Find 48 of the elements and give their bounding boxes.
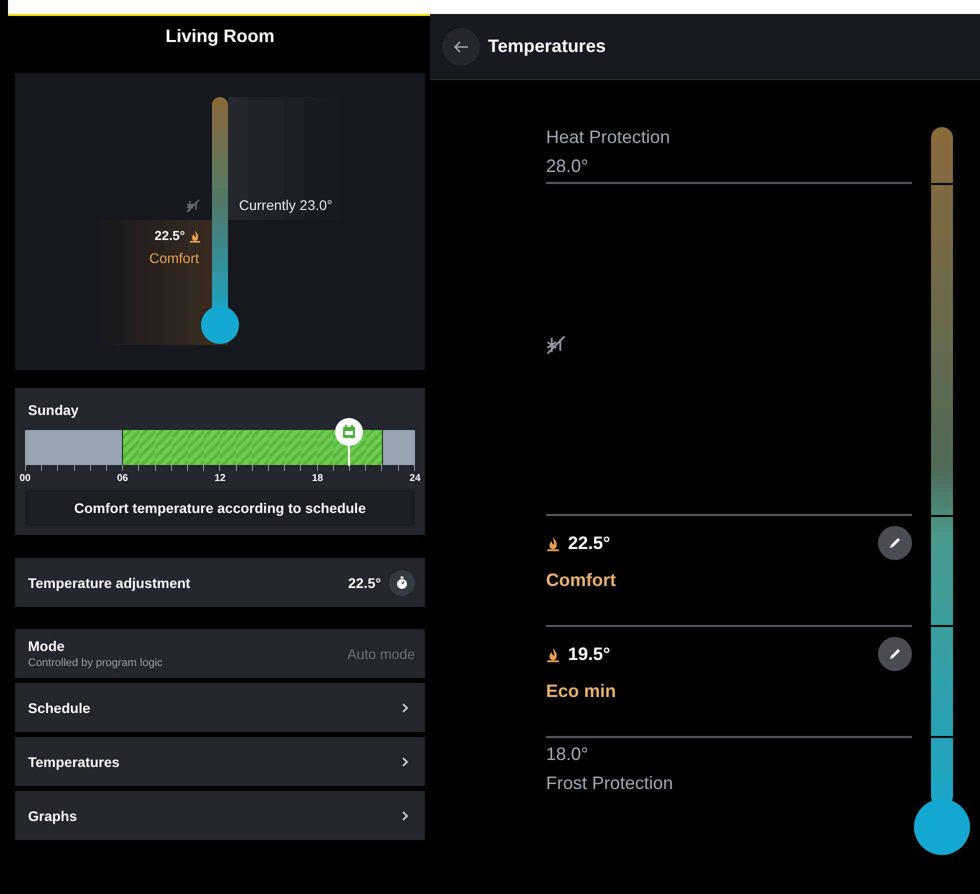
level-name: Heat Protection: [546, 127, 672, 148]
current-temperature: Currently 23.0°: [239, 197, 333, 213]
stopwatch-icon[interactable]: [389, 570, 415, 596]
snowflake-off-icon: [546, 335, 566, 355]
target-temperature: 22.5°: [154, 228, 185, 243]
adjustment-value: 22.5°: [348, 574, 381, 590]
flame-icon: [546, 646, 560, 662]
menu-item-label: Temperatures: [28, 754, 120, 770]
mode-description: Controlled by program logic: [28, 657, 163, 669]
hour-label: 24: [409, 473, 421, 484]
back-arrow-icon: [453, 40, 469, 54]
chevron-right-icon: [401, 756, 409, 768]
hour-label: 00: [19, 473, 31, 484]
level-value: 18.0°: [546, 744, 590, 765]
snowflake-off-icon: [186, 199, 200, 213]
menu-item[interactable]: Schedule: [15, 683, 425, 732]
mode-value: Auto mode: [347, 646, 415, 662]
level-name: Frost Protection: [546, 773, 674, 794]
edit-button[interactable]: [878, 526, 912, 560]
page-title: Temperatures: [488, 36, 606, 57]
mode-label: Mode: [28, 638, 66, 654]
room-title: Living Room: [164, 25, 276, 48]
level-value: 22.5°: [568, 532, 610, 554]
chevron-right-icon: [401, 702, 409, 714]
adjustment-label: Temperature adjustment: [28, 574, 190, 590]
target-mode-label: Comfort: [149, 250, 199, 266]
hour-label: 18: [312, 473, 324, 484]
day-label: Sunday: [27, 402, 80, 418]
level-name: Eco min: [546, 681, 618, 702]
menu-item-label: Graphs: [28, 808, 78, 824]
menu-item-label: Schedule: [28, 700, 90, 716]
temperature-adjustment-row[interactable]: Temperature adjustment 22.5°: [15, 558, 425, 607]
pencil-icon: [888, 536, 902, 550]
flame-icon: [546, 534, 560, 552]
edit-button[interactable]: [878, 637, 912, 671]
level-value: 19.5°: [568, 644, 610, 664]
hour-label: 12: [214, 473, 226, 484]
hour-label: 06: [116, 473, 128, 484]
menu-item[interactable]: Graphs: [15, 791, 425, 840]
calendar-icon: [342, 425, 356, 439]
level-value: 28.0°: [546, 156, 590, 177]
schedule-status: Comfort temperature according to schedule: [25, 490, 415, 526]
back-button[interactable]: [442, 28, 480, 66]
level-name: Comfort: [546, 570, 617, 591]
chevron-right-icon: [401, 810, 409, 822]
flame-icon: [189, 228, 201, 242]
menu-item[interactable]: Temperatures: [15, 737, 425, 786]
pencil-icon: [888, 647, 902, 661]
